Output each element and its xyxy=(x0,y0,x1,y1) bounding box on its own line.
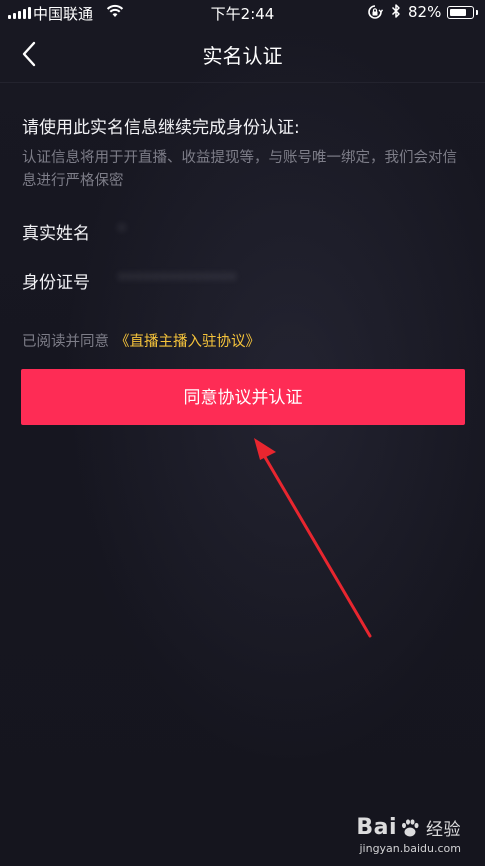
agreement-notice: 已阅读并同意 《直播主播入驻协议》 xyxy=(22,330,260,351)
battery-nub xyxy=(476,10,478,15)
real-name-value: * xyxy=(118,221,126,239)
id-number-label: 身份证号 xyxy=(22,273,90,293)
watermark-logo-suffix: 经验 xyxy=(426,820,461,840)
agree-and-verify-button[interactable]: 同意协议并认证 xyxy=(21,369,465,425)
watermark-logo-text: Bai xyxy=(356,815,397,840)
baidu-watermark: Bai 经验 jingyan.baidu.com xyxy=(356,815,461,855)
watermark-logo: Bai 经验 xyxy=(356,815,461,840)
battery-icon xyxy=(447,6,474,19)
watermark-url: jingyan.baidu.com xyxy=(359,842,461,855)
agreement-prefix: 已阅读并同意 xyxy=(22,334,109,350)
status-bar: 中国联通 下午2:44 82% xyxy=(0,0,485,26)
page-title: 实名认证 xyxy=(202,44,283,68)
agreement-link[interactable]: 《直播主播入驻协议》 xyxy=(115,334,260,350)
real-name-label: 真实姓名 xyxy=(22,224,90,244)
section-heading: 请使用此实名信息继续完成身份认证: xyxy=(22,118,300,138)
paw-icon xyxy=(402,818,419,836)
rotation-lock-icon xyxy=(368,5,383,19)
battery-percent: 82% xyxy=(408,3,442,21)
navigation-bar: 实名认证 xyxy=(0,26,485,83)
id-number-value: ************** xyxy=(118,270,237,288)
battery-level-fill xyxy=(450,9,466,16)
section-description: 认证信息将用于开直播、收益提现等，与账号唯一绑定，我们会对信息进行严格保密 xyxy=(22,150,457,189)
bluetooth-icon xyxy=(391,4,400,18)
